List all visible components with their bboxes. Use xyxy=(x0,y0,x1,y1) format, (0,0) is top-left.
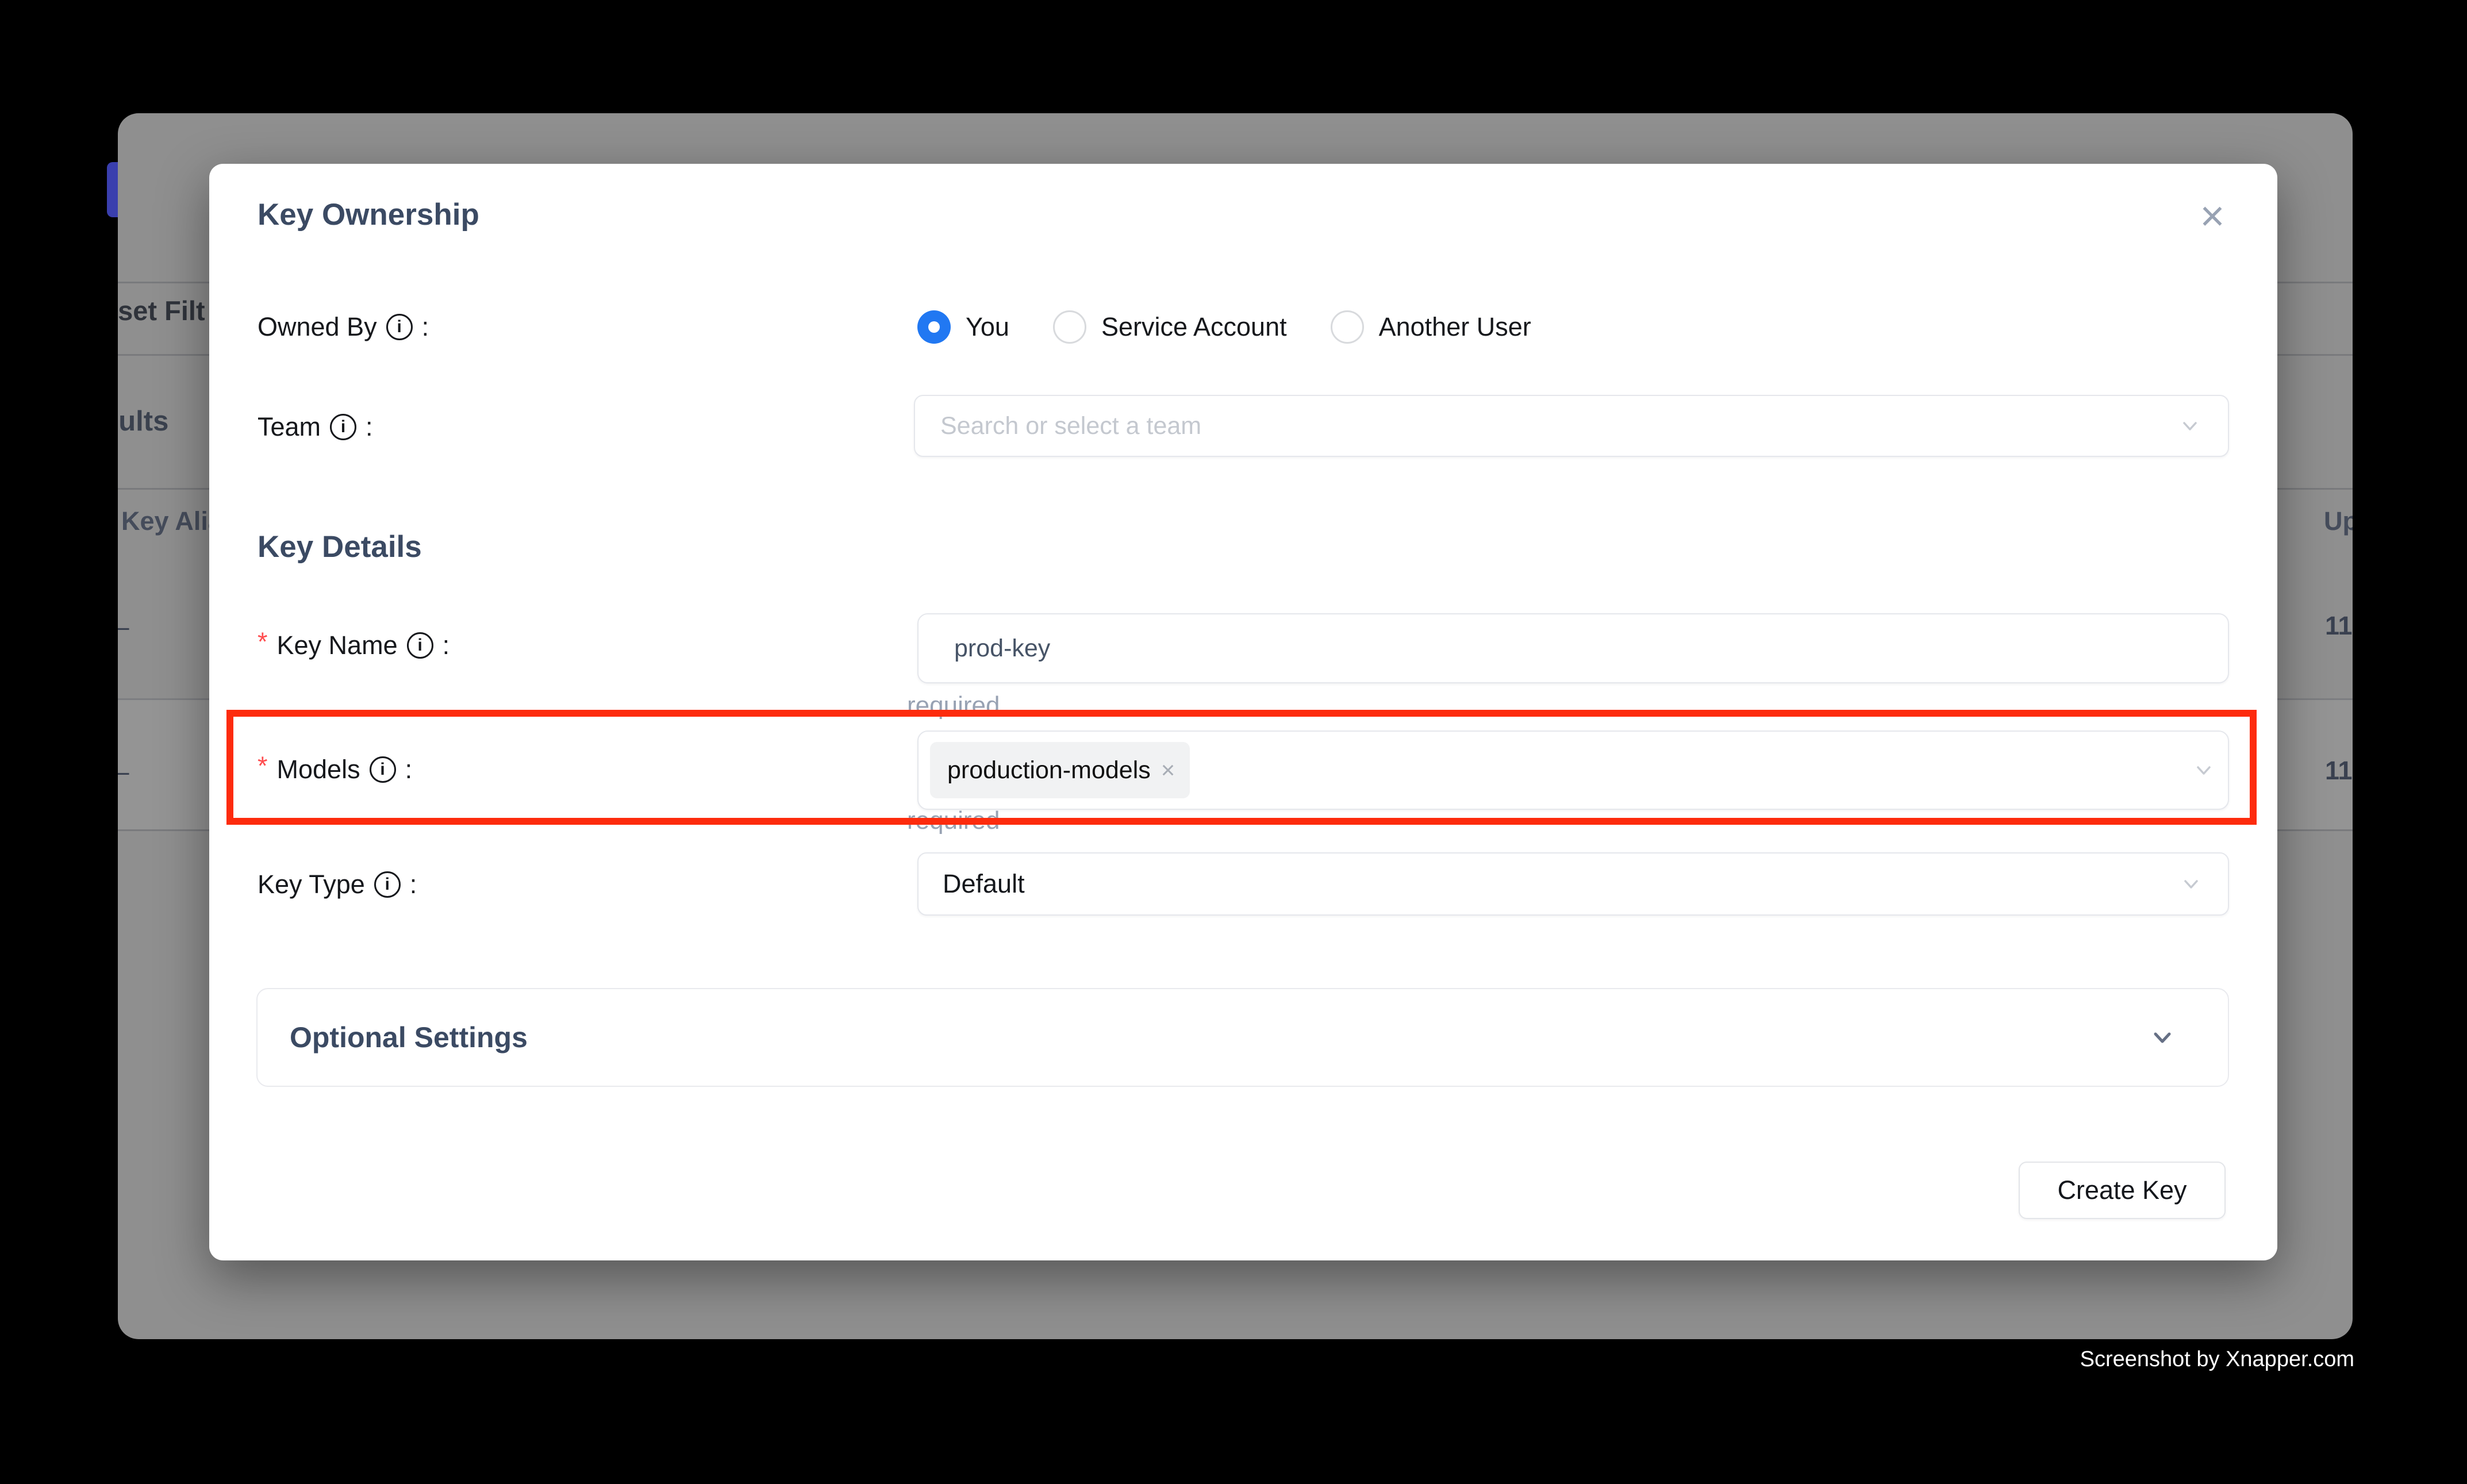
updated-column-header-partial: Up xyxy=(2324,506,2353,536)
key-type-select[interactable]: Default xyxy=(917,852,2229,916)
models-select[interactable]: production-models × xyxy=(917,731,2229,810)
chevron-down-icon xyxy=(2177,413,2203,439)
key-name-label-text: Key Name xyxy=(277,630,398,660)
info-icon[interactable] xyxy=(374,871,401,898)
screenshot-canvas: eset Filt sults Key Alia Up – 11/ – 11/ … xyxy=(0,0,2467,1484)
label-colon: : xyxy=(422,312,429,342)
models-validation-message: required xyxy=(907,806,1000,835)
team-label: Team : xyxy=(258,409,373,445)
radio-label: Another User xyxy=(1379,312,1531,342)
close-icon[interactable]: × xyxy=(2187,190,2238,242)
owned-by-radio-group: You Service Account Another User xyxy=(917,309,1531,345)
label-colon: : xyxy=(405,755,413,785)
radio-unselected-icon[interactable] xyxy=(1053,310,1086,344)
label-colon: : xyxy=(443,630,450,660)
section-title-key-details: Key Details xyxy=(258,529,422,564)
results-count-partial: sults xyxy=(118,405,168,437)
table-cell-date-partial: 11/ xyxy=(2325,611,2353,641)
label-colon: : xyxy=(410,870,417,899)
selected-model-tag-label: production-models xyxy=(947,756,1151,785)
section-title-key-ownership: Key Ownership xyxy=(258,197,479,232)
chevron-down-icon xyxy=(2191,758,2216,783)
key-name-validation-message: required xyxy=(907,691,1000,720)
key-alias-column-header-partial: Key Alia xyxy=(121,506,222,536)
radio-selected-icon[interactable] xyxy=(917,310,951,344)
info-icon[interactable] xyxy=(407,632,433,659)
team-select-placeholder: Search or select a team xyxy=(940,412,2177,440)
radio-option-you[interactable]: You xyxy=(917,310,1009,344)
optional-settings-title: Optional Settings xyxy=(290,1021,2147,1054)
watermark: Screenshot by Xnapper.com xyxy=(2080,1347,2354,1372)
radio-option-another-user[interactable]: Another User xyxy=(1331,310,1531,344)
chevron-down-icon xyxy=(2147,1022,2177,1052)
owned-by-label-text: Owned By xyxy=(258,312,377,342)
key-type-label: Key Type : xyxy=(258,866,417,903)
label-colon: : xyxy=(366,412,373,442)
key-name-label: * Key Name : xyxy=(258,627,449,664)
table-cell-date-partial: 11/ xyxy=(2325,756,2353,786)
key-type-selected-value: Default xyxy=(943,869,2178,899)
chevron-down-icon xyxy=(2178,871,2204,897)
models-label-text: Models xyxy=(277,755,360,785)
info-icon[interactable] xyxy=(330,414,356,440)
table-cell-dash: – xyxy=(118,756,129,787)
reset-filters-button-partial[interactable]: eset Filt xyxy=(118,295,205,326)
radio-option-service-account[interactable]: Service Account xyxy=(1053,310,1287,344)
team-label-text: Team xyxy=(258,412,321,442)
radio-label: Service Account xyxy=(1101,312,1287,342)
selected-model-tag: production-models × xyxy=(930,742,1190,798)
owned-by-label: Owned By : xyxy=(258,309,429,345)
radio-unselected-icon[interactable] xyxy=(1331,310,1364,344)
remove-tag-icon[interactable]: × xyxy=(1161,758,1175,782)
key-type-label-text: Key Type xyxy=(258,870,365,899)
info-icon[interactable] xyxy=(386,314,413,340)
create-key-button[interactable]: Create Key xyxy=(2019,1162,2226,1219)
models-label: * Models : xyxy=(258,751,412,788)
info-icon[interactable] xyxy=(370,756,396,783)
table-cell-dash: – xyxy=(118,611,129,642)
team-select[interactable]: Search or select a team xyxy=(914,395,2229,457)
radio-label: You xyxy=(966,312,1009,342)
optional-settings-panel[interactable]: Optional Settings xyxy=(256,988,2229,1087)
required-asterisk: * xyxy=(258,627,268,657)
create-key-modal: × Key Ownership Owned By : You Service A… xyxy=(209,164,2277,1260)
key-name-input[interactable] xyxy=(917,613,2229,683)
required-asterisk: * xyxy=(258,751,268,781)
